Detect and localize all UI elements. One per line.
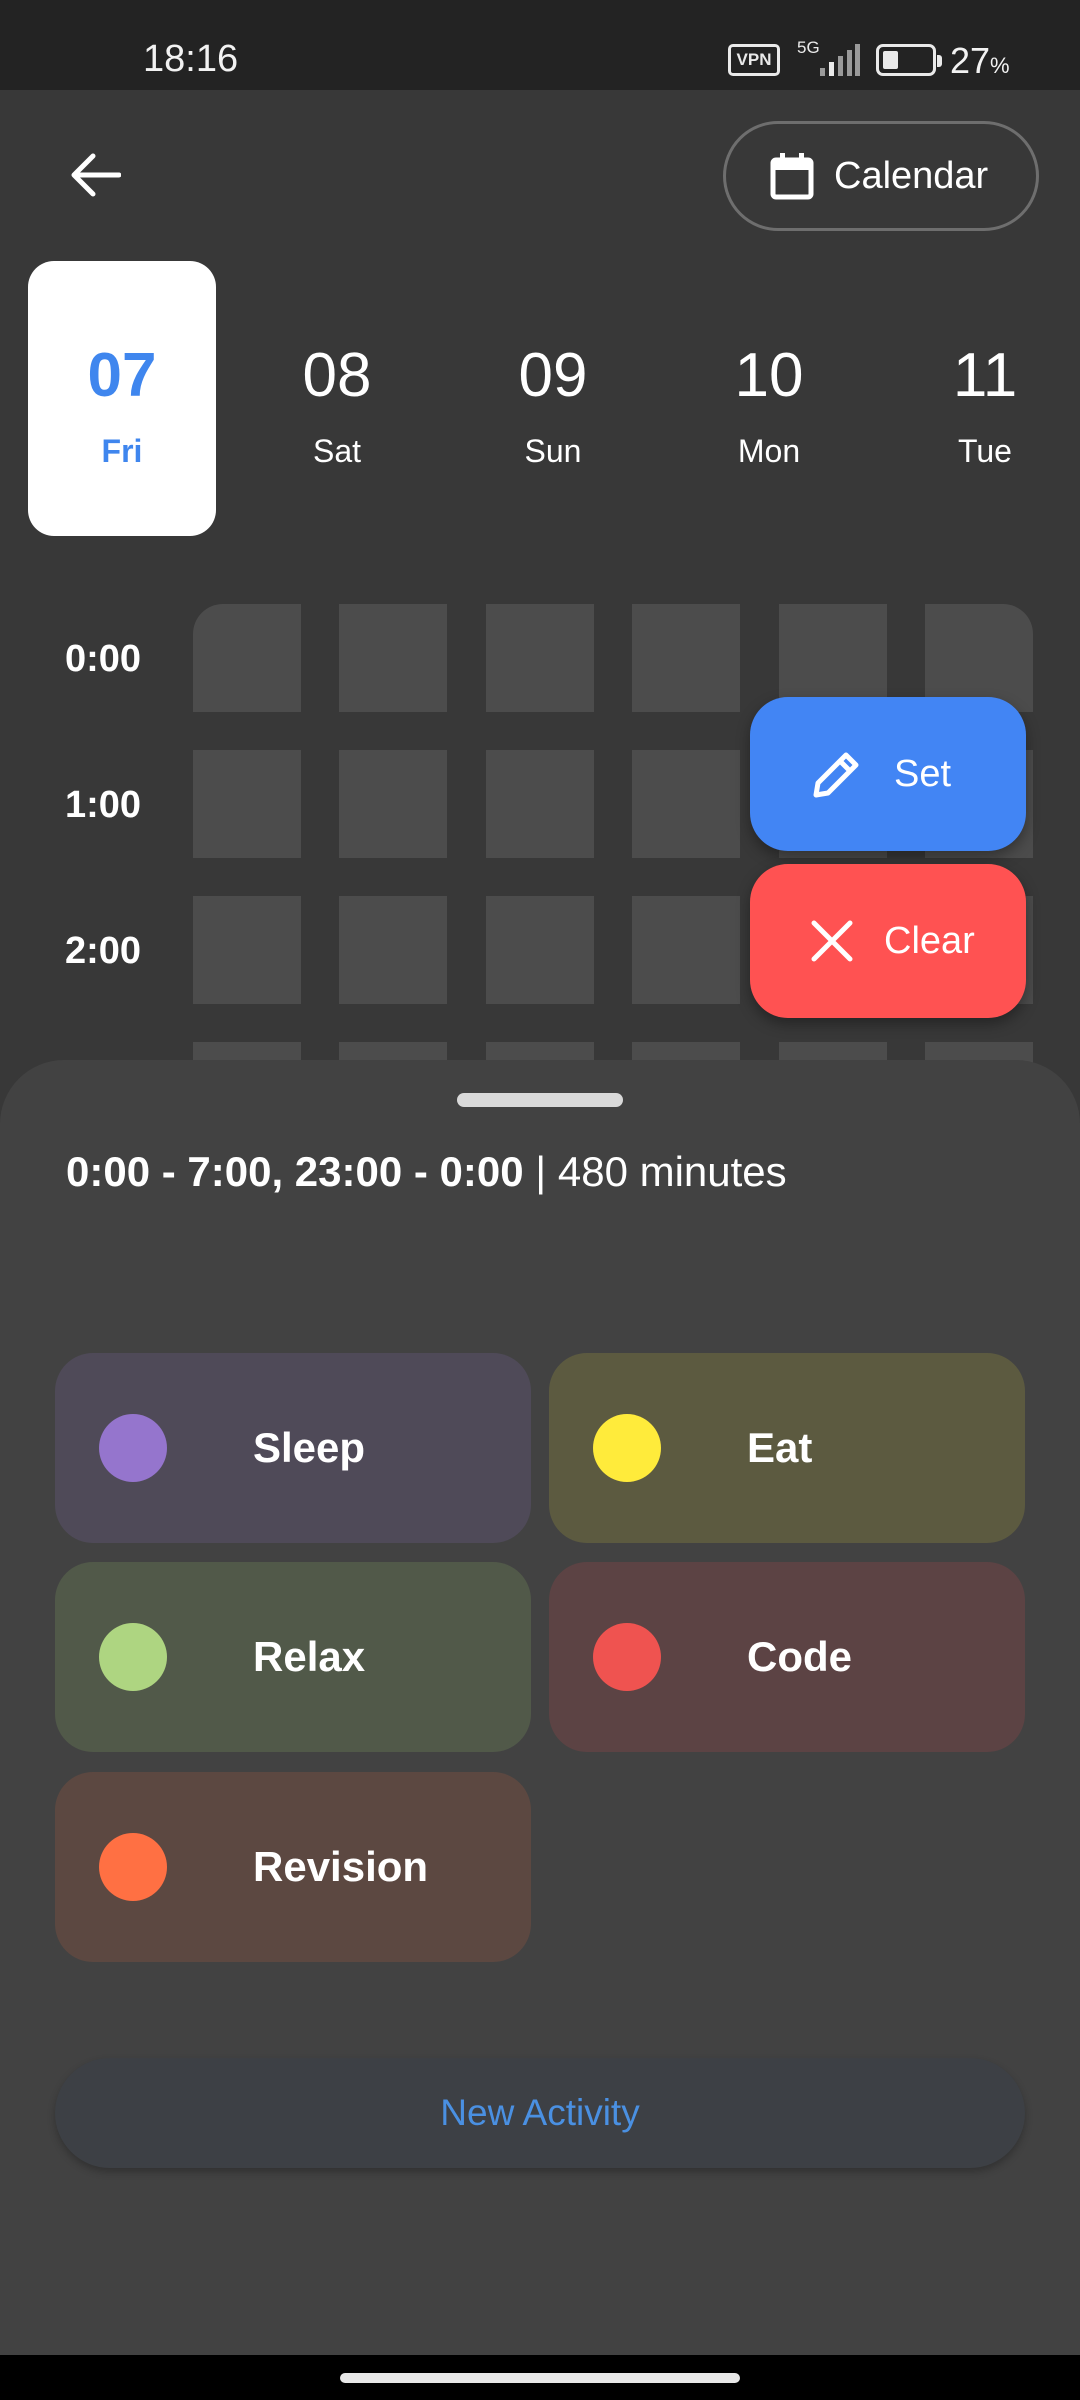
activity-color-dot — [593, 1623, 661, 1691]
time-slot-cell[interactable] — [632, 750, 740, 858]
day-of-week: Sat — [312, 433, 362, 469]
time-slot-cell[interactable] — [779, 604, 887, 712]
set-button[interactable]: Set — [750, 697, 1026, 851]
vpn-badge: VPN — [728, 44, 780, 76]
day-11[interactable]: 11 Tue — [891, 261, 1079, 536]
network-type: 5G — [797, 38, 820, 57]
day-number: 10 — [734, 341, 804, 410]
drag-handle[interactable] — [457, 1093, 623, 1107]
activity-color-dot — [99, 1623, 167, 1691]
time-slot-cell[interactable] — [193, 604, 301, 712]
time-slot-cell[interactable] — [339, 750, 447, 858]
activity-code[interactable]: Code — [549, 1562, 1025, 1752]
time-slot-cell[interactable] — [486, 604, 594, 712]
back-button[interactable] — [55, 135, 135, 215]
activity-name: Revision — [253, 1843, 429, 1890]
time-slot-cell[interactable] — [632, 604, 740, 712]
hour-label: 0:00 — [65, 638, 142, 680]
time-slot-cell[interactable] — [193, 896, 301, 1004]
status-bar: 18:16 VPN 5G 27% — [0, 0, 1080, 90]
selected-range: 0:00 - 7:00, 23:00 - 0:00 — [66, 1148, 524, 1195]
activity-color-dot — [99, 1414, 167, 1482]
day-09[interactable]: 09 Sun — [459, 261, 647, 536]
screen: 18:16 VPN 5G 27% Calendar 07 Fri 08 Sat … — [0, 0, 1080, 2400]
time-slot-cell[interactable] — [339, 896, 447, 1004]
set-label: Set — [894, 752, 952, 795]
navigation-bar — [0, 2355, 1080, 2400]
battery-percent: 27% — [950, 40, 1010, 81]
time-slot-cell[interactable] — [339, 604, 447, 712]
selected-minutes: 480 minutes — [557, 1148, 787, 1195]
day-of-week: Fri — [101, 433, 143, 469]
activity-name: Relax — [253, 1633, 366, 1680]
calendar-label: Calendar — [834, 154, 989, 197]
day-of-week: Sun — [524, 433, 582, 469]
calendar-icon — [770, 153, 814, 200]
time-slot-cell[interactable] — [925, 604, 1033, 712]
hour-label: 1:00 — [65, 784, 142, 826]
day-number: 09 — [518, 341, 588, 410]
day-number: 07 — [87, 341, 157, 410]
day-08[interactable]: 08 Sat — [243, 261, 431, 536]
clear-label: Clear — [884, 919, 975, 962]
pencil-icon — [813, 752, 859, 798]
close-icon — [811, 920, 853, 962]
time-slot-cell[interactable] — [486, 750, 594, 858]
activity-name: Eat — [747, 1424, 813, 1471]
signal-icon — [820, 44, 860, 76]
day-10[interactable]: 10 Mon — [675, 261, 863, 536]
summary-separator: | — [535, 1148, 547, 1195]
calendar-button[interactable]: Calendar — [723, 121, 1039, 231]
time-slot-cell[interactable] — [193, 750, 301, 858]
hour-label: 2:00 — [65, 930, 142, 972]
activity-name: Code — [747, 1633, 852, 1680]
time-slot-cell[interactable] — [632, 896, 740, 1004]
bottom-sheet: 0:00 - 7:00, 23:00 - 0:00 | 480 minutes … — [0, 1060, 1080, 2355]
time-slot-cell[interactable] — [486, 896, 594, 1004]
activity-eat[interactable]: Eat — [549, 1353, 1025, 1543]
day-number: 08 — [302, 341, 372, 410]
battery-icon — [876, 44, 942, 76]
activity-relax[interactable]: Relax — [55, 1562, 531, 1752]
new-activity-button[interactable]: New Activity — [55, 2058, 1025, 2168]
activity-sleep[interactable]: Sleep — [55, 1353, 531, 1543]
day-number: 11 — [952, 341, 1018, 410]
home-indicator[interactable] — [340, 2373, 740, 2383]
status-time: 18:16 — [143, 38, 239, 80]
activity-color-dot — [593, 1414, 661, 1482]
activity-revision[interactable]: Revision — [55, 1772, 531, 1962]
selection-summary: 0:00 - 7:00, 23:00 - 0:00 | 480 minutes — [66, 1148, 787, 1196]
day-of-week: Mon — [737, 433, 801, 469]
activity-name: Sleep — [253, 1424, 366, 1471]
day-07[interactable]: 07 Fri — [28, 261, 216, 536]
battery-level — [883, 51, 898, 69]
arrow-left-icon — [71, 153, 121, 197]
activity-color-dot — [99, 1833, 167, 1901]
day-of-week: Tue — [958, 433, 1012, 469]
clear-button[interactable]: Clear — [750, 864, 1026, 1018]
